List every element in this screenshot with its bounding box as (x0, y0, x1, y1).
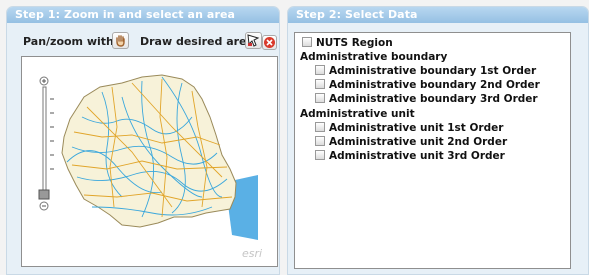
admin-boundary-1-label: Administrative boundary 1st Order (329, 65, 537, 77)
clear-selection-icon (264, 37, 275, 48)
admin-unit-3-checkbox[interactable] (315, 150, 325, 160)
admin-unit-2-checkbox[interactable] (315, 136, 325, 146)
admin-unit-2-option[interactable]: Administrative unit 2nd Order (315, 136, 507, 149)
step2-header: Step 2: Select Data (288, 7, 588, 23)
map-canvas[interactable]: esri (22, 57, 277, 266)
group-heading-unit: Administrative unit (300, 108, 415, 120)
map-toolbar: Pan/zoom with Draw desired area: (21, 32, 277, 52)
nuts-region-option[interactable]: NUTS Region (302, 37, 393, 50)
draw-area-label: Draw desired area: (140, 35, 259, 48)
step1-panel: Step 1: Zoom in and select an area Pan/z… (6, 6, 280, 275)
step1-header: Step 1: Zoom in and select an area (7, 7, 279, 23)
draw-area-button[interactable] (245, 32, 262, 49)
admin-boundary-2-label: Administrative boundary 2nd Order (329, 79, 540, 91)
admin-boundary-1-checkbox[interactable] (315, 65, 325, 75)
pan-zoom-label: Pan/zoom with (23, 35, 114, 48)
admin-boundary-3-checkbox[interactable] (315, 93, 325, 103)
admin-unit-1-option[interactable]: Administrative unit 1st Order (315, 122, 503, 135)
step2-panel: Step 2: Select Data NUTS Region Administ… (287, 6, 589, 275)
admin-boundary-3-option[interactable]: Administrative boundary 3rd Order (315, 93, 538, 106)
nuts-region-checkbox[interactable] (302, 37, 312, 47)
clear-selection-button[interactable] (262, 35, 277, 50)
admin-boundary-3-label: Administrative boundary 3rd Order (329, 93, 538, 105)
zoom-slider[interactable] (38, 76, 54, 211)
admin-unit-3-option[interactable]: Administrative unit 3rd Order (315, 150, 505, 163)
map-viewer[interactable]: esri (21, 56, 278, 267)
nuts-region-label: NUTS Region (316, 37, 393, 49)
admin-unit-2-label: Administrative unit 2nd Order (329, 136, 508, 148)
admin-boundary-2-option[interactable]: Administrative boundary 2nd Order (315, 79, 540, 92)
admin-boundary-2-checkbox[interactable] (315, 79, 325, 89)
data-list: NUTS Region Administrative boundary Admi… (294, 32, 571, 269)
admin-unit-1-checkbox[interactable] (315, 122, 325, 132)
admin-boundary-1-option[interactable]: Administrative boundary 1st Order (315, 65, 536, 78)
hand-icon (116, 35, 125, 47)
admin-unit-1-label: Administrative unit 1st Order (329, 122, 504, 134)
admin-unit-3-label: Administrative unit 3rd Order (329, 150, 505, 162)
group-heading-boundary: Administrative boundary (300, 51, 448, 63)
draw-area-icon (247, 34, 260, 47)
zoom-handle[interactable] (38, 189, 50, 200)
pan-zoom-button[interactable] (112, 32, 129, 49)
esri-attribution: esri (242, 247, 262, 260)
